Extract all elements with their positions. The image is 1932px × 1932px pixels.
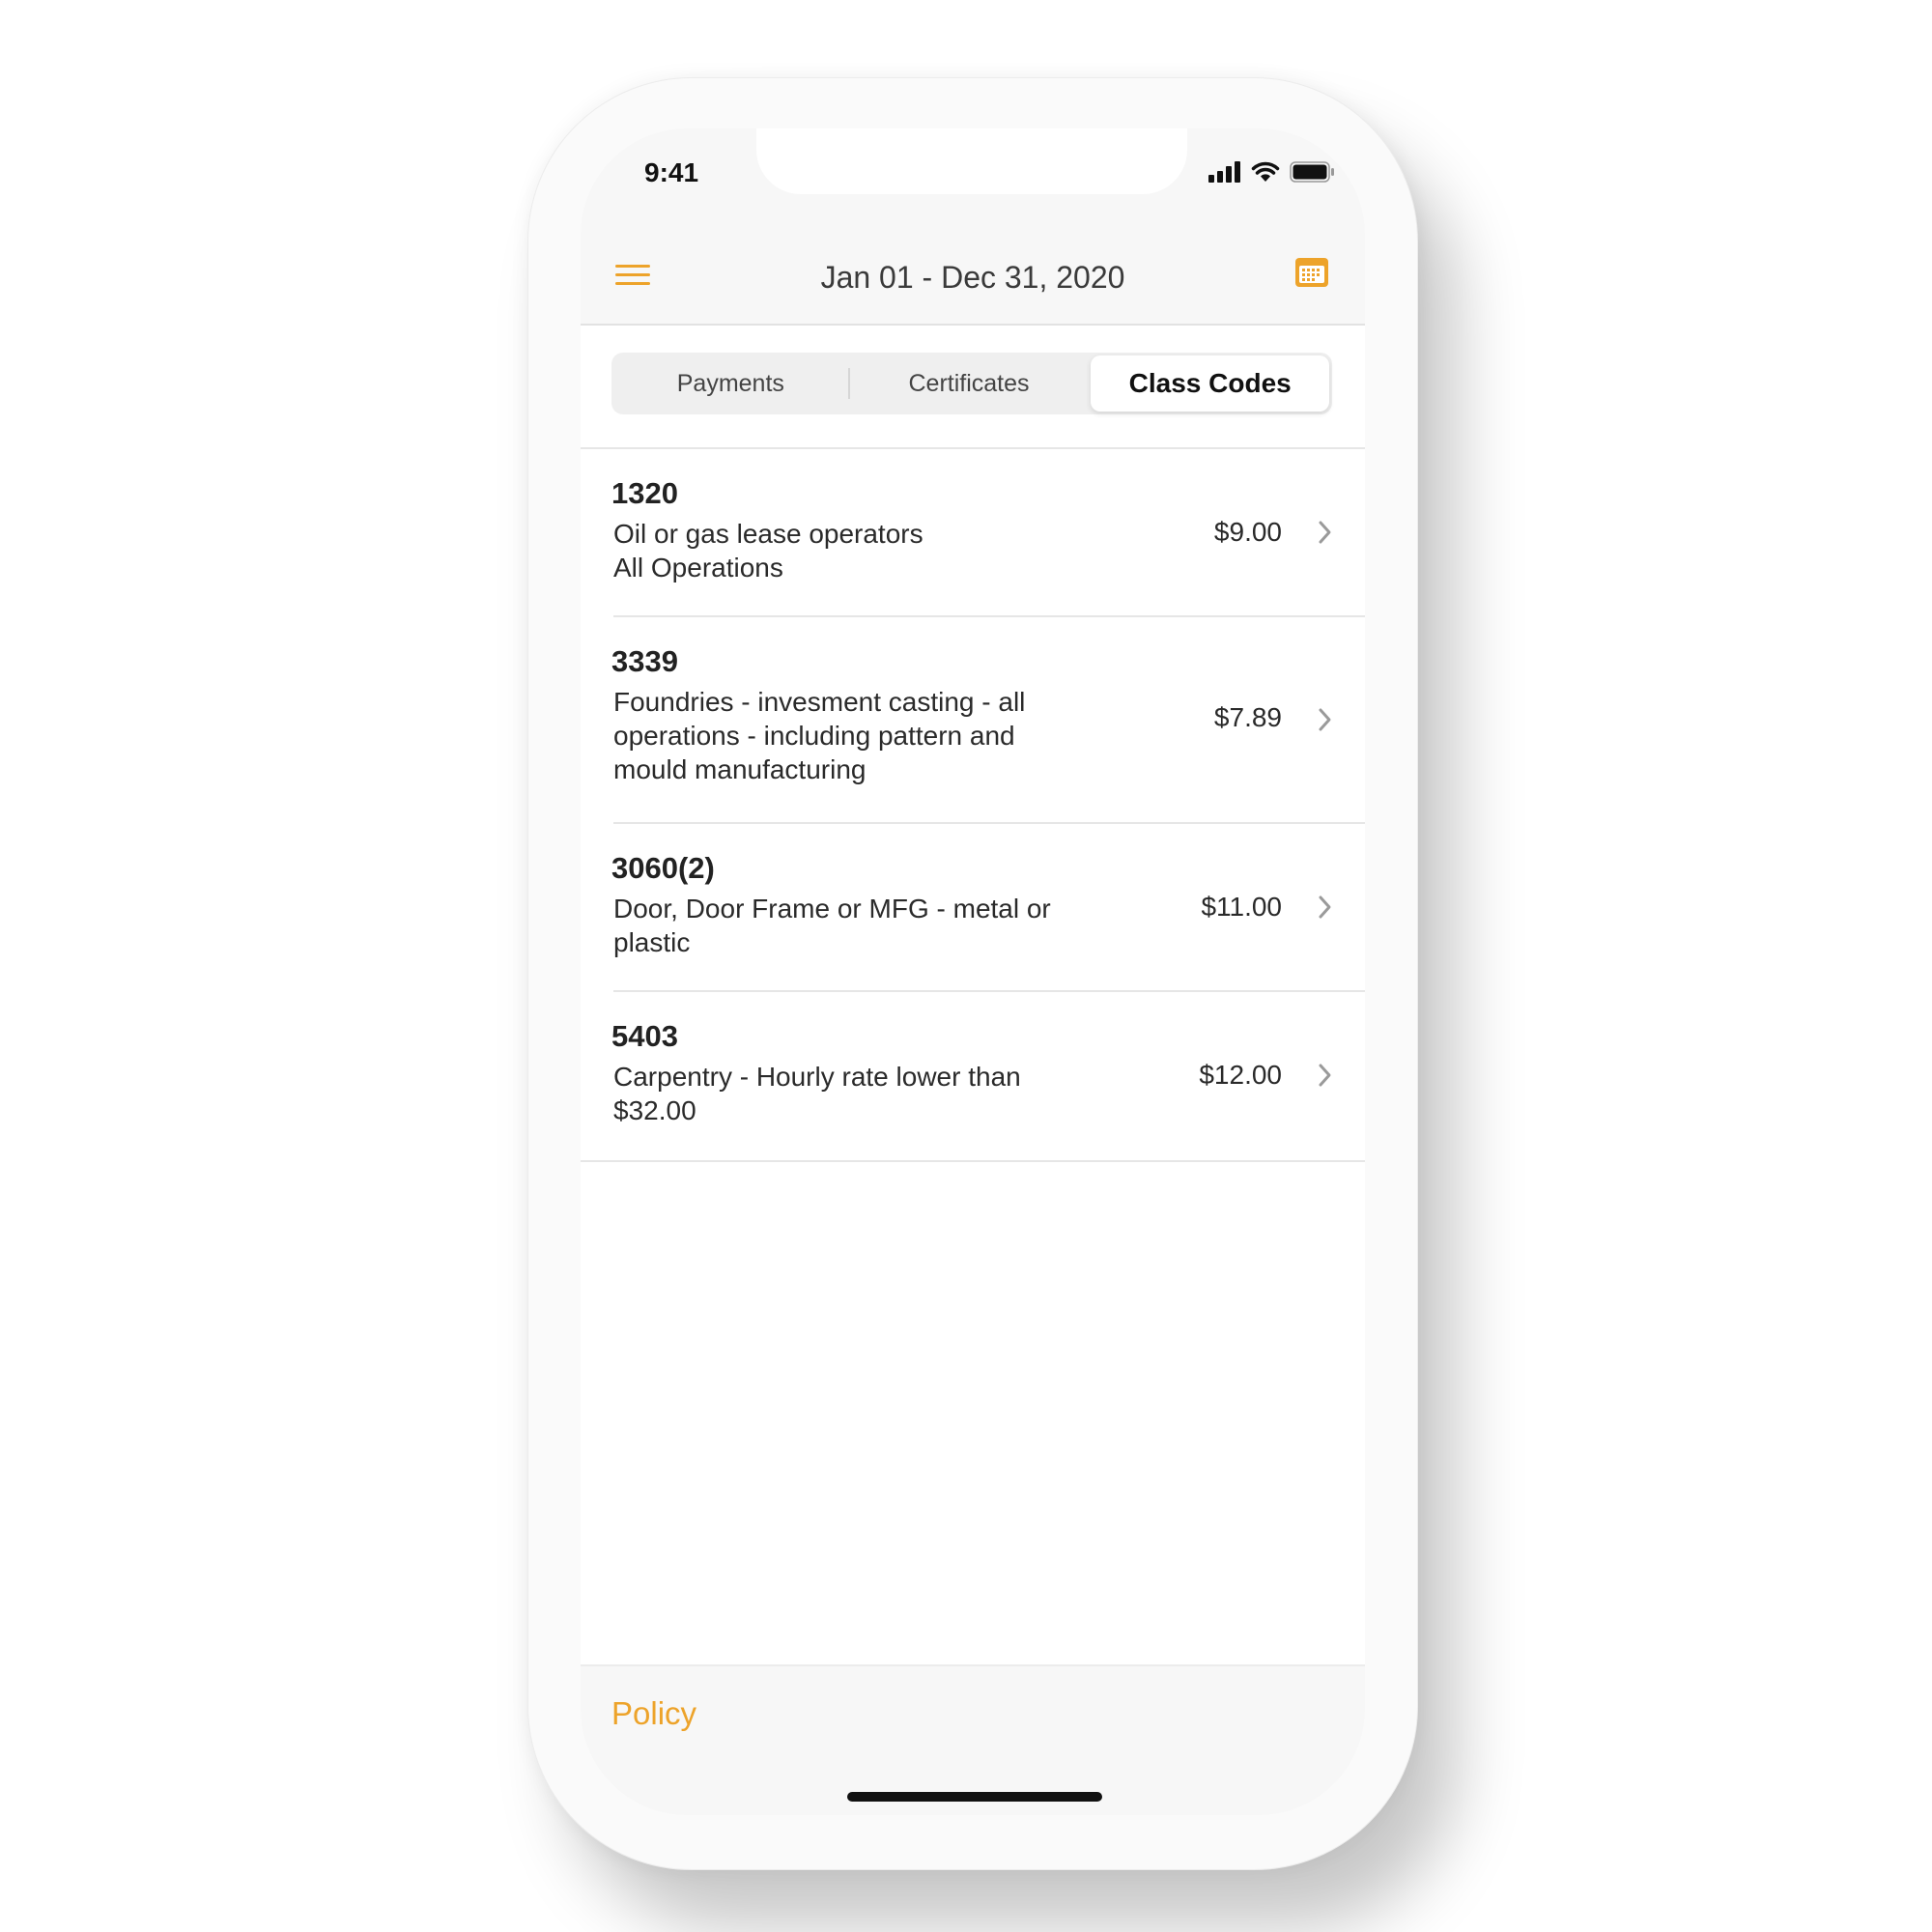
class-code-rate: $11.00 <box>1201 892 1282 922</box>
tab-class-codes[interactable]: Class Codes <box>1091 355 1330 412</box>
class-code-row[interactable]: 3339 Foundries - invesment casting - all… <box>581 617 1365 824</box>
class-code-row[interactable]: 3060(2) Door, Door Frame or MFG - metal … <box>581 824 1365 992</box>
class-code-rate: $12.00 <box>1199 1060 1282 1090</box>
calendar-button[interactable] <box>1293 254 1330 291</box>
class-code-rate: $9.00 <box>1213 517 1282 547</box>
description-line: Door, Door Frame or MFG - metal or <box>613 894 1051 923</box>
policy-link[interactable]: Policy <box>611 1695 696 1732</box>
tab-certificates[interactable]: Certificates <box>850 353 1089 414</box>
class-code-description: Door, Door Frame or MFG - metal or plast… <box>613 892 1116 959</box>
segmented-control: Payments Certificates Class Codes <box>611 353 1332 414</box>
chevron-right-icon <box>1319 708 1331 731</box>
battery-icon <box>1290 161 1334 183</box>
calendar-icon <box>1295 258 1328 287</box>
description-line: plastic <box>613 927 691 957</box>
class-code: 3339 <box>611 644 678 678</box>
class-code-row[interactable]: 5403 Carpentry - Hourly rate lower than … <box>581 992 1365 1162</box>
class-code: 5403 <box>611 1019 678 1053</box>
description-line: Carpentry - Hourly rate lower than <box>613 1062 1021 1092</box>
row-divider <box>581 1160 1365 1162</box>
status-icons <box>1208 161 1336 183</box>
cellular-signal-icon <box>1208 161 1240 183</box>
description-line: $32.00 <box>613 1095 696 1125</box>
tab-payments[interactable]: Payments <box>611 353 850 414</box>
status-bar: 9:41 <box>581 128 1365 235</box>
class-code-row[interactable]: 1320 Oil or gas lease operators All Oper… <box>581 449 1365 617</box>
bottom-bar: Policy <box>581 1664 1365 1815</box>
wifi-icon <box>1251 161 1280 182</box>
class-code-description: Foundries - invesment casting - all oper… <box>613 685 1116 786</box>
date-range-title: Jan 01 - Dec 31, 2020 <box>820 260 1125 295</box>
class-code-description: Oil or gas lease operators All Operation… <box>613 517 1116 584</box>
phone-screen: 9:41 Jan 01 - Dec 31, 2020 Payments Cert… <box>581 128 1365 1815</box>
class-code-rate: $7.89 <box>1213 702 1282 732</box>
class-code: 3060(2) <box>611 851 715 885</box>
chevron-right-icon <box>1319 1064 1331 1087</box>
notch <box>756 128 1187 194</box>
stage: 9:41 Jan 01 - Dec 31, 2020 Payments Cert… <box>0 0 1932 1932</box>
chevron-right-icon <box>1319 521 1331 544</box>
description-line: mould manufacturing <box>613 754 867 784</box>
phone-frame: 9:41 Jan 01 - Dec 31, 2020 Payments Cert… <box>527 77 1418 1870</box>
description-line: Foundries - invesment casting - all <box>613 687 1026 717</box>
description-line: operations - including pattern and <box>613 721 1015 751</box>
description-line: Oil or gas lease operators <box>613 519 923 549</box>
class-code-description: Carpentry - Hourly rate lower than $32.0… <box>613 1060 1116 1127</box>
class-code: 1320 <box>611 476 678 510</box>
nav-bar: Jan 01 - Dec 31, 2020 <box>581 235 1365 326</box>
class-code-list: 1320 Oil or gas lease operators All Oper… <box>581 449 1365 1162</box>
description-line: All Operations <box>613 553 783 582</box>
status-time: 9:41 <box>644 157 699 187</box>
home-indicator[interactable] <box>847 1792 1102 1802</box>
chevron-right-icon <box>1319 895 1331 919</box>
